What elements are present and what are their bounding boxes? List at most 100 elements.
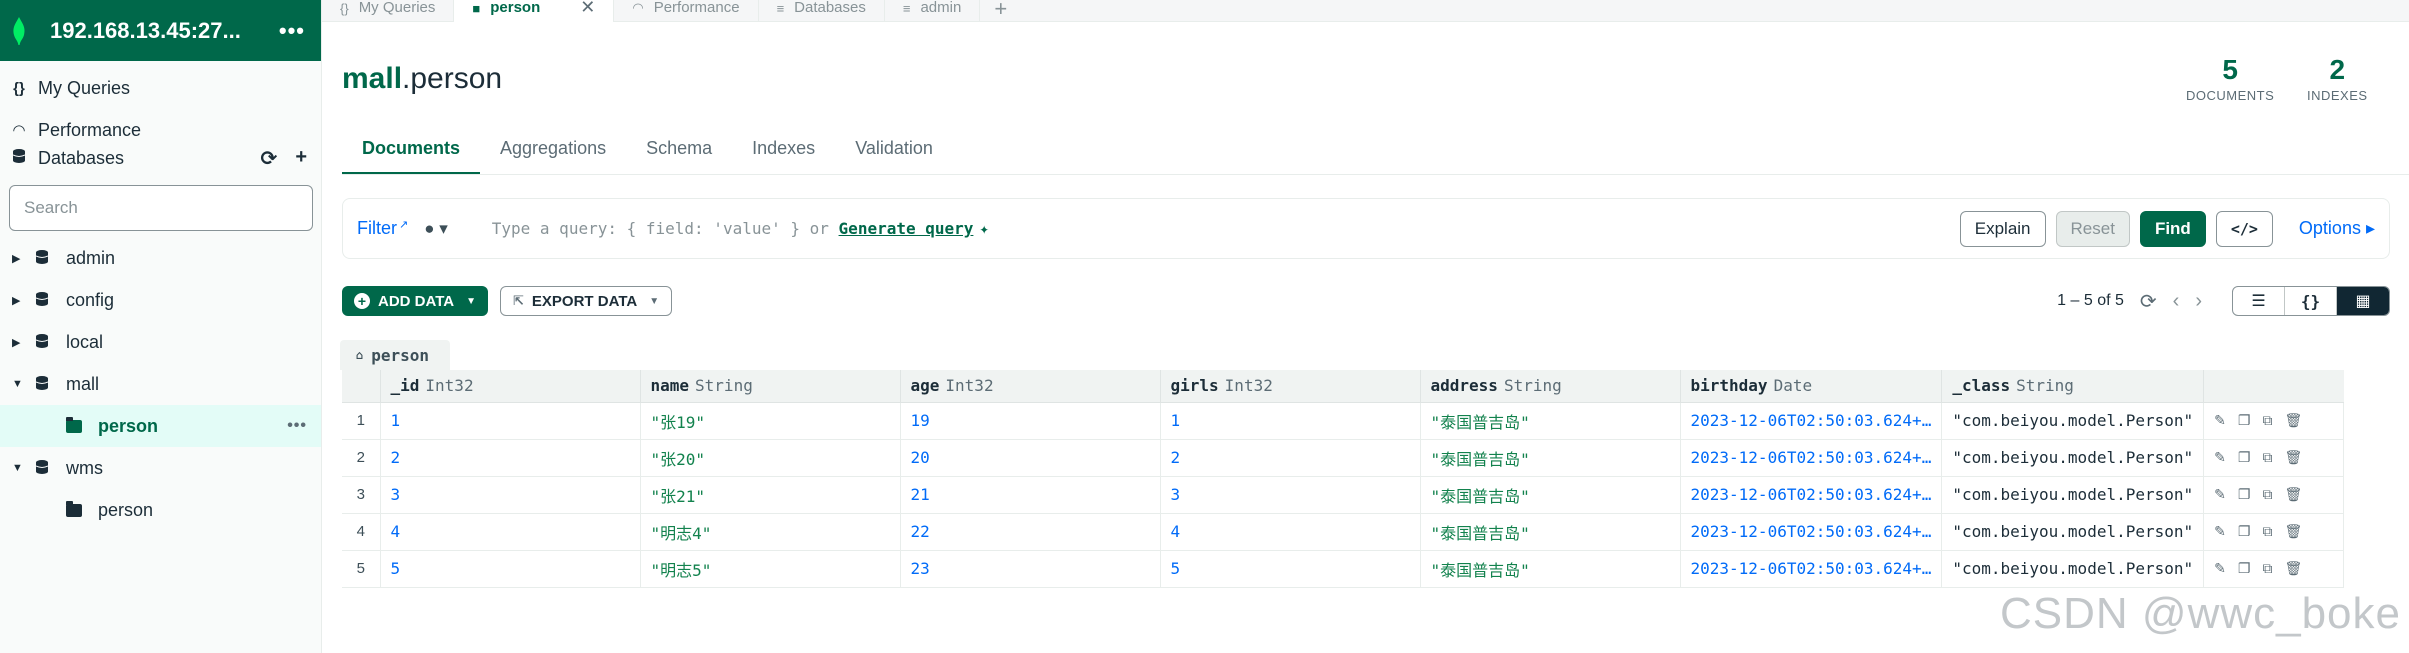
add-database-icon[interactable]: + — [295, 146, 307, 171]
cell-class[interactable]: "com.beiyou.model.Person" — [1941, 513, 2205, 551]
prev-page-icon[interactable]: ‹ — [2173, 290, 2180, 313]
subtab-validation[interactable]: Validation — [835, 128, 953, 175]
cell-girls[interactable]: 4 — [1160, 513, 1421, 551]
add-data-button[interactable]: + ADD DATA ▼ — [342, 286, 489, 316]
clone-icon[interactable]: ⧉ — [2262, 413, 2272, 429]
cell-girls[interactable]: 3 — [1160, 476, 1421, 514]
cell-id[interactable]: 4 — [380, 513, 641, 551]
subtab-schema[interactable]: Schema — [626, 128, 732, 175]
subtab-aggregations[interactable]: Aggregations — [480, 128, 626, 175]
delete-icon[interactable]: 🗑 — [2284, 450, 2302, 466]
copy-icon[interactable]: ❐ — [2238, 450, 2251, 466]
clone-icon[interactable]: ⧉ — [2262, 487, 2272, 503]
caret-down-icon[interactable]: ▼ — [12, 378, 23, 390]
clone-icon[interactable]: ⧉ — [2262, 450, 2272, 466]
cell-birthday[interactable]: 2023-12-06T02:50:03.624+… — [1680, 513, 1943, 551]
cell-birthday[interactable]: 2023-12-06T02:50:03.624+… — [1680, 402, 1943, 440]
table-row[interactable]: 1 1 "张19" 19 1 "泰国普吉岛" 2023-12-06T02:50:… — [342, 402, 2345, 440]
clone-icon[interactable]: ⧉ — [2262, 561, 2272, 577]
cell-class[interactable]: "com.beiyou.model.Person" — [1941, 476, 2205, 514]
tree-collection-mall-person[interactable]: person ••• — [0, 405, 321, 447]
export-data-button[interactable]: ⇱ EXPORT DATA ▼ — [500, 286, 673, 316]
tab-admin[interactable]: ≡ admin — [885, 0, 981, 22]
cell-id[interactable]: 2 — [380, 439, 641, 477]
caret-down-icon[interactable]: ▼ — [12, 462, 23, 474]
connection-more-icon[interactable]: ••• — [279, 18, 305, 44]
tab-databases[interactable]: ≡ Databases — [759, 0, 885, 22]
delete-icon[interactable]: 🗑 — [2284, 524, 2302, 540]
edit-icon[interactable]: ✎ — [2214, 524, 2226, 540]
column-header[interactable]: address String — [1420, 370, 1681, 403]
caret-right-icon[interactable]: ▶ — [12, 336, 22, 349]
cell-class[interactable]: "com.beiyou.model.Person" — [1941, 402, 2205, 440]
nav-my-queries[interactable]: {} My Queries — [0, 67, 321, 109]
tab-performance[interactable]: ◠ Performance — [614, 0, 759, 22]
refresh-icon[interactable]: ⟳ — [261, 146, 278, 171]
cell-age[interactable]: 20 — [900, 439, 1161, 477]
list-view-icon[interactable]: ☰ — [2233, 287, 2285, 315]
column-header[interactable]: age Int32 — [900, 370, 1161, 403]
tab-my-queries[interactable]: {} My Queries — [322, 0, 455, 22]
sidebar-search-input[interactable]: Search — [9, 185, 313, 231]
cell-age[interactable]: 22 — [900, 513, 1161, 551]
tree-db-config[interactable]: ▶ config — [0, 279, 321, 321]
column-header[interactable]: girls Int32 — [1160, 370, 1421, 403]
code-view-button[interactable]: </> — [2215, 210, 2273, 247]
cell-age[interactable]: 23 — [900, 550, 1161, 588]
column-header[interactable]: name String — [640, 370, 901, 403]
cell-name[interactable]: "明志5" — [640, 550, 901, 588]
cell-girls[interactable]: 2 — [1160, 439, 1421, 477]
close-tab-icon[interactable]: ✕ — [580, 0, 595, 18]
cell-address[interactable]: "泰国普吉岛" — [1420, 550, 1681, 588]
cell-girls[interactable]: 5 — [1160, 550, 1421, 588]
caret-right-icon[interactable]: ▶ — [12, 294, 22, 307]
copy-icon[interactable]: ❐ — [2238, 524, 2251, 540]
new-tab-plus-icon[interactable]: + — [980, 0, 1021, 22]
table-row[interactable]: 3 3 "张21" 21 3 "泰国普吉岛" 2023-12-06T02:50:… — [342, 476, 2345, 514]
next-page-icon[interactable]: › — [2195, 290, 2202, 313]
cell-address[interactable]: "泰国普吉岛" — [1420, 439, 1681, 477]
cell-girls[interactable]: 1 — [1160, 402, 1421, 440]
edit-icon[interactable]: ✎ — [2214, 561, 2226, 577]
tree-db-local[interactable]: ▶ local — [0, 321, 321, 363]
delete-icon[interactable]: 🗑 — [2284, 561, 2302, 577]
options-toggle[interactable]: Options ▸ — [2299, 218, 2375, 239]
column-header[interactable]: _class String — [1941, 370, 2205, 403]
cell-name[interactable]: "张21" — [640, 476, 901, 514]
json-view-icon[interactable]: {} — [2285, 287, 2337, 315]
cell-birthday[interactable]: 2023-12-06T02:50:03.624+… — [1680, 550, 1943, 588]
cell-id[interactable]: 1 — [380, 402, 641, 440]
edit-icon[interactable]: ✎ — [2214, 413, 2226, 429]
refresh-icon[interactable]: ⟳ — [2140, 289, 2157, 314]
cell-address[interactable]: "泰国普吉岛" — [1420, 513, 1681, 551]
tree-db-admin[interactable]: ▶ admin — [0, 237, 321, 279]
edit-icon[interactable]: ✎ — [2214, 450, 2226, 466]
query-history-clock-icon[interactable]: ● ▾ — [424, 219, 448, 239]
tree-db-mall[interactable]: ▼ mall — [0, 363, 321, 405]
cell-name[interactable]: "张20" — [640, 439, 901, 477]
copy-icon[interactable]: ❐ — [2238, 561, 2251, 577]
table-row[interactable]: 4 4 "明志4" 22 4 "泰国普吉岛" 2023-12-06T02:50:… — [342, 513, 2345, 551]
explain-button[interactable]: Explain — [1959, 210, 2046, 247]
tree-collection-wms-person[interactable]: person — [0, 489, 321, 531]
caret-right-icon[interactable]: ▶ — [12, 252, 22, 265]
reset-button[interactable]: Reset — [2055, 210, 2130, 247]
tree-db-wms[interactable]: ▼ wms — [0, 447, 321, 489]
filter-link[interactable]: Filter ↗ — [357, 218, 408, 239]
subtab-documents[interactable]: Documents — [342, 128, 481, 175]
cell-birthday[interactable]: 2023-12-06T02:50:03.624+… — [1680, 439, 1943, 477]
copy-icon[interactable]: ❐ — [2238, 487, 2251, 503]
query-filter-input[interactable]: Type a query: { field: 'value' } or Gene… — [492, 219, 1950, 238]
cell-id[interactable]: 5 — [380, 550, 641, 588]
copy-icon[interactable]: ❐ — [2238, 413, 2251, 429]
cell-address[interactable]: "泰国普吉岛" — [1420, 476, 1681, 514]
delete-icon[interactable]: 🗑 — [2284, 487, 2302, 503]
cell-name[interactable]: "明志4" — [640, 513, 901, 551]
table-view-icon[interactable]: ▦ — [2337, 287, 2389, 315]
cell-id[interactable]: 3 — [380, 476, 641, 514]
cell-age[interactable]: 19 — [900, 402, 1161, 440]
find-button[interactable]: Find — [2139, 210, 2206, 247]
table-row[interactable]: 5 5 "明志5" 23 5 "泰国普吉岛" 2023-12-06T02:50:… — [342, 550, 2345, 588]
cell-birthday[interactable]: 2023-12-06T02:50:03.624+… — [1680, 476, 1943, 514]
edit-icon[interactable]: ✎ — [2214, 487, 2226, 503]
